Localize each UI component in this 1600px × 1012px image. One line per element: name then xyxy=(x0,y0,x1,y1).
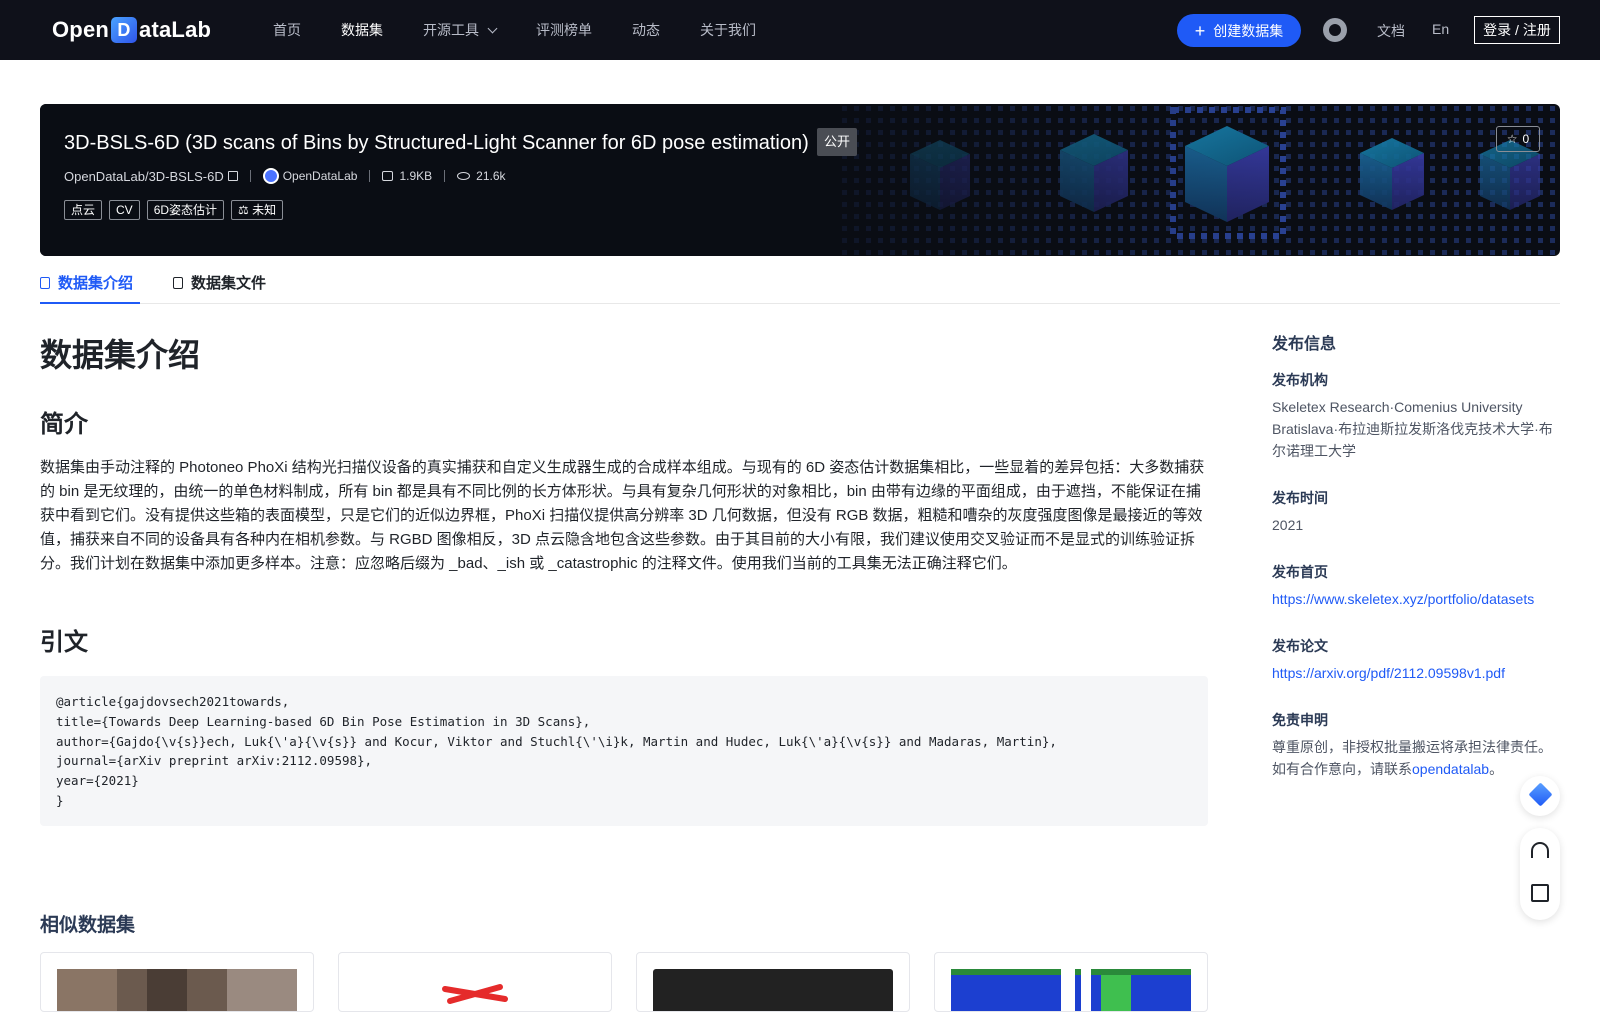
dataset-views: 21.6k xyxy=(476,169,506,183)
similar-dataset-thumbnail xyxy=(57,969,297,1011)
active-tab-indicator xyxy=(40,302,140,304)
opendatalab-logo[interactable]: Open DataLab xyxy=(52,16,211,44)
tag-cv[interactable]: CV xyxy=(109,200,140,220)
tag-license-unknown[interactable]: ⚖ 未知 xyxy=(231,200,284,220)
logo-text-prefix: Open xyxy=(52,17,110,42)
publisher-label: 发布机构 xyxy=(1272,372,1328,388)
docs-link[interactable]: 文档 xyxy=(1377,21,1405,41)
github-icon[interactable] xyxy=(1323,18,1347,42)
nav-item-news[interactable]: 动态 xyxy=(632,20,660,40)
meta-divider xyxy=(369,170,371,182)
file-icon xyxy=(173,276,183,289)
plus-icon: + xyxy=(1194,20,1206,41)
assistant-float-button[interactable] xyxy=(1520,776,1560,816)
disclaimer-end: 。 xyxy=(1489,761,1504,777)
support-float-panel xyxy=(1520,828,1560,920)
publish-time-label: 发布时间 xyxy=(1272,490,1328,506)
top-navbar: Open DataLab 首页 数据集 开源工具 评测榜单 动态 关于我们 + 创建… xyxy=(0,0,1600,60)
feedback-edit-icon[interactable] xyxy=(1531,884,1549,902)
star-button[interactable]: ☆ 0 xyxy=(1496,126,1540,152)
homepage-label: 发布首页 xyxy=(1272,564,1328,580)
tag-6d-pose[interactable]: 6D姿态估计 xyxy=(146,200,225,220)
nav-item-datasets[interactable]: 数据集 xyxy=(341,20,383,40)
copy-icon[interactable] xyxy=(227,171,238,181)
page-title: 数据集介绍 xyxy=(40,337,201,373)
dataset-tags: 点云 CV 6D姿态估计 ⚖ 未知 xyxy=(64,200,290,220)
paper-link[interactable]: https://arxiv.org/pdf/2112.09598v1.pdf xyxy=(1272,662,1562,684)
database-icon xyxy=(40,276,50,289)
citation-code-block: @article{gajdovsech2021towards, title={T… xyxy=(40,676,1208,826)
similar-dataset-thumbnail xyxy=(653,969,893,1011)
nav-item-home[interactable]: 首页 xyxy=(273,20,301,40)
similar-dataset-card[interactable] xyxy=(40,952,314,1012)
login-register-button[interactable]: 登录 / 注册 xyxy=(1474,16,1560,44)
citation-heading: 引文 xyxy=(40,629,88,656)
main-nav: 首页 数据集 开源工具 评测榜单 动态 关于我们 xyxy=(273,0,796,60)
similar-dataset-thumbnail xyxy=(355,969,595,1011)
tab-dataset-intro-label: 数据集介绍 xyxy=(58,275,134,292)
disclaimer-label: 免责申明 xyxy=(1272,712,1328,728)
dataset-tabs: 数据集介绍 数据集文件 xyxy=(40,256,1560,304)
similar-dataset-card[interactable] xyxy=(636,952,910,1012)
nav-item-opensource-tools[interactable]: 开源工具 xyxy=(423,20,498,40)
disk-icon xyxy=(382,171,394,181)
meta-divider xyxy=(444,170,446,182)
logo-text-suffix: ataLab xyxy=(139,17,212,42)
dataset-title: 3D-BSLS-6D (3D scans of Bins by Structur… xyxy=(64,132,809,154)
dataset-header-banner: 3D-BSLS-6D (3D scans of Bins by Structur… xyxy=(40,104,1560,256)
eye-icon xyxy=(457,172,471,180)
disclaimer-text: 尊重原创，非授权批量搬运将承担法律责任。如有合作意向，请联系opendatala… xyxy=(1272,736,1562,780)
language-switch[interactable]: En xyxy=(1432,21,1449,37)
star-count: 0 xyxy=(1522,132,1530,146)
create-dataset-label: 创建数据集 xyxy=(1213,22,1284,39)
tab-dataset-intro[interactable]: 数据集介绍 xyxy=(40,272,133,293)
similar-dataset-card[interactable] xyxy=(338,952,612,1012)
meta-divider xyxy=(249,170,251,182)
summary-paragraph: 数据集由手动注释的 Photoneo PhoXi 结构光扫描仪设备的真实捕获和自… xyxy=(40,459,1205,572)
publish-time-value: 2021 xyxy=(1272,517,1304,533)
create-dataset-button[interactable]: + 创建数据集 xyxy=(1177,14,1301,47)
nav-item-about[interactable]: 关于我们 xyxy=(700,20,756,40)
publish-info-sidebar: 发布信息 发布机构 Skeletex Research·Comenius Uni… xyxy=(1272,330,1562,777)
star-icon: ☆ xyxy=(1506,132,1518,146)
dataset-org-link[interactable]: OpenDataLab xyxy=(283,169,358,183)
homepage-link[interactable]: https://www.skeletex.xyz/portfolio/datas… xyxy=(1272,588,1562,610)
dataset-size: 1.9KB xyxy=(399,169,433,183)
contact-link[interactable]: opendatalab xyxy=(1412,761,1489,777)
headset-icon[interactable] xyxy=(1531,842,1549,858)
nav-item-leaderboard[interactable]: 评测榜单 xyxy=(536,20,592,40)
similar-datasets-list xyxy=(40,952,1232,1012)
nav-item-opensource-tools-label: 开源工具 xyxy=(423,22,479,38)
publish-info-title: 发布信息 xyxy=(1272,336,1337,353)
visibility-badge: 公开 xyxy=(817,128,858,156)
logo-mark-icon: D xyxy=(111,17,138,43)
similar-dataset-thumbnail xyxy=(951,969,1191,1011)
similar-dataset-card[interactable] xyxy=(934,952,1208,1012)
org-avatar xyxy=(262,168,279,184)
tab-dataset-files[interactable]: 数据集文件 xyxy=(173,272,266,293)
similar-datasets-heading: 相似数据集 xyxy=(40,915,136,936)
chevron-down-icon xyxy=(487,23,498,33)
publisher-value: Skeletex Research·Comenius University Br… xyxy=(1272,399,1553,459)
dataset-path: OpenDataLab/3D-BSLS-6D xyxy=(64,168,224,184)
assistant-diamond-icon xyxy=(1528,782,1553,807)
tab-dataset-files-label: 数据集文件 xyxy=(191,275,267,292)
paper-label: 发布论文 xyxy=(1272,638,1328,654)
summary-heading: 简介 xyxy=(40,411,88,438)
dataset-meta-row: OpenDataLab/3D-BSLS-6D OpenDataLab 1.9KB… xyxy=(64,168,506,184)
tag-point-cloud[interactable]: 点云 xyxy=(64,200,103,220)
